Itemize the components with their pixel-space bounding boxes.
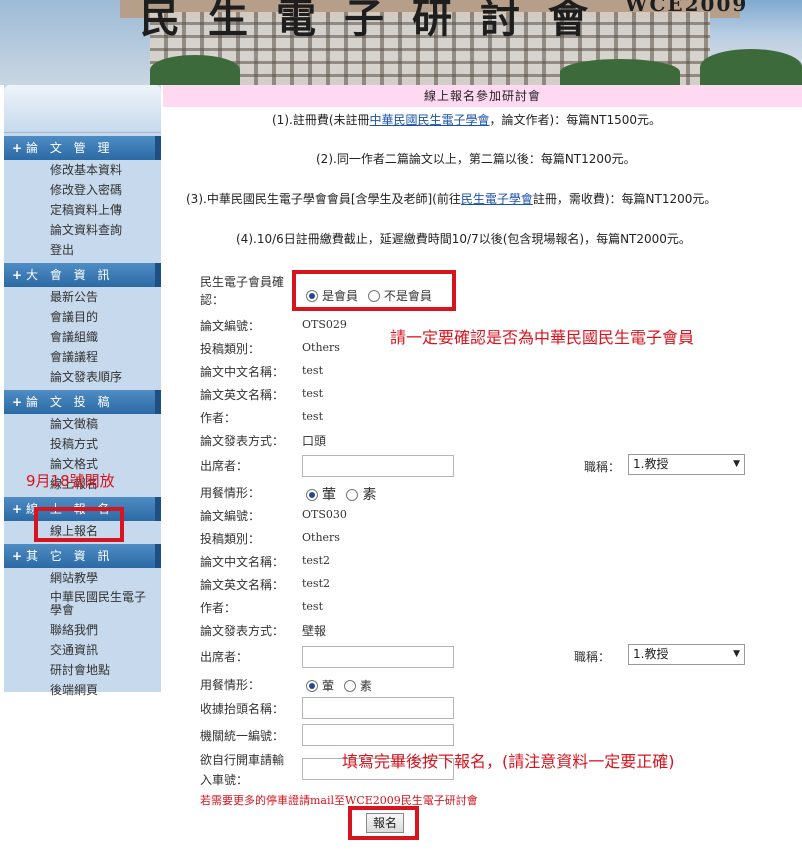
open-date-annotation: 9月18號開放	[26, 472, 115, 490]
chevron-down-icon: ▼	[733, 459, 740, 469]
paper1-id-label: 論文編號：	[200, 319, 261, 333]
plus-icon: +	[12, 502, 23, 516]
sidebar-item-site-tutorial[interactable]: 網站教學	[4, 568, 161, 588]
parking-note: 若需要更多的停車證請mail至WCE2009民生電子研討會	[200, 794, 478, 807]
paper1-meal-group: 葷 素	[306, 484, 376, 504]
receipt-label: 收據抬頭名稱：	[200, 702, 285, 716]
paper1-rank-label: 職稱：	[584, 460, 621, 474]
sidebar-item-call-for-papers[interactable]: 論文徵稿	[4, 414, 161, 434]
sidebar: + 論 文 管 理 修改基本資料 修改登入密碼 定稿資料上傳 論文資料查詢 登出 …	[4, 85, 161, 697]
sidebar-item-edit-profile[interactable]: 修改基本資料	[4, 160, 161, 180]
highlight-box-member	[292, 270, 456, 311]
radio-meal-meat[interactable]	[306, 489, 318, 501]
sidebar-item-logout[interactable]: 登出	[4, 240, 161, 260]
sidebar-item-presentation-order[interactable]: 論文發表順序	[4, 367, 161, 387]
page-title: 線上報名參加研討會	[163, 85, 802, 107]
paper2-meal-label: 用餐情形：	[200, 678, 261, 692]
paper2-present-label: 論文發表方式：	[200, 624, 285, 638]
paper2-category: Others	[302, 531, 340, 544]
paper2-author: test	[302, 600, 323, 613]
paper2-category-label: 投稿類別：	[200, 532, 261, 546]
sidebar-section-header[interactable]: + 論 文 投 稿	[4, 390, 161, 414]
sidebar-item-venue[interactable]: 研討會地點	[4, 660, 161, 680]
header-banner: 民生電子研討會 WCE2009	[0, 0, 802, 85]
paper1-category-label: 投稿類別：	[200, 342, 261, 356]
paper1-title-zh: test	[302, 364, 323, 377]
sidebar-section-other: + 其 它 資 訊 網站教學 中華民國民生電子學會 聯絡我們 交通資訊 研討會地點…	[4, 544, 161, 700]
paper1-attendee-label: 出席者：	[200, 459, 249, 473]
sidebar-section-header[interactable]: + 大 會 資 訊	[4, 263, 161, 287]
paper1-present: 口頭	[302, 434, 327, 448]
fee-note-3: (3).中華民國民生電子學會會員[含學生及老師](前往民生電子學會註冊，需收費)…	[186, 192, 717, 206]
sidebar-item-backend[interactable]: 後端網頁	[4, 680, 161, 700]
highlight-box-submit	[348, 806, 419, 840]
org-id-label: 機關統一編號：	[200, 729, 285, 743]
sidebar-item-agenda[interactable]: 會議議程	[4, 347, 161, 367]
sidebar-item-organization[interactable]: 會議組織	[4, 327, 161, 347]
fee-note-2: (2).同一作者二篇論文以上，第二篇以後：每篇NT1200元。	[316, 152, 636, 166]
plus-icon: +	[12, 141, 23, 155]
sidebar-top	[4, 85, 161, 133]
org-id-input[interactable]	[302, 724, 454, 746]
paper2-id-label: 論文編號：	[200, 509, 261, 523]
society-link[interactable]: 中華民國民生電子學會	[370, 113, 490, 127]
radio-meal-meat[interactable]	[306, 680, 318, 692]
paper2-title-zh: test2	[302, 554, 330, 567]
society-register-link[interactable]: 民生電子學會	[461, 192, 533, 206]
paper1-title-en: test	[302, 387, 323, 400]
sidebar-section-conference-info: + 大 會 資 訊 最新公告 會議目的 會議組織 會議議程 論文發表順序	[4, 263, 161, 387]
car-label: 欲自行開車請輸 入車號：	[200, 753, 285, 787]
member-annotation: 請一定要確認是否為中華民國民生電子會員	[390, 328, 695, 347]
paper1-title-en-label: 論文英文名稱：	[200, 388, 285, 402]
sidebar-item-contact[interactable]: 聯絡我們	[4, 620, 161, 640]
member-label: 民生電子會員確 認：	[200, 275, 285, 307]
highlight-box-online-register	[34, 507, 124, 542]
fee-note-4: (4).10/6日註冊繳費截止，延遲繳費時間10/7以後(包含現場報名)，每篇N…	[236, 232, 691, 246]
paper2-author-label: 作者：	[200, 601, 237, 615]
paper2-title-zh-label: 論文中文名稱：	[200, 555, 285, 569]
paper2-present: 壁報	[302, 624, 327, 638]
paper2-title-en-label: 論文英文名稱：	[200, 578, 285, 592]
sidebar-section-header[interactable]: + 論 文 管 理	[4, 136, 161, 160]
receipt-input[interactable]	[302, 697, 454, 719]
paper2-attendee-label: 出席者：	[200, 650, 249, 664]
paper1-title-zh-label: 論文中文名稱：	[200, 365, 285, 379]
paper1-rank-select[interactable]: 1.教授 ▼	[628, 454, 745, 475]
plus-icon: +	[12, 395, 23, 409]
sidebar-item-change-password[interactable]: 修改登入密碼	[4, 180, 161, 200]
paper1-author-label: 作者：	[200, 411, 237, 425]
sidebar-item-upload-final[interactable]: 定稿資料上傳	[4, 200, 161, 220]
sidebar-item-paper-query[interactable]: 論文資料查詢	[4, 220, 161, 240]
banner-title: 民生電子研討會	[140, 0, 616, 42]
paper1-attendee-input[interactable]	[302, 455, 454, 477]
page: 民生電子研討會 WCE2009 + 論 文 管 理 修改基本資料 修改登入密碼 定…	[0, 0, 802, 858]
sidebar-item-submission-method[interactable]: 投稿方式	[4, 434, 161, 454]
paper1-author: test	[302, 410, 323, 423]
paper2-rank-label: 職稱：	[574, 650, 611, 664]
paper1-category: Others	[302, 341, 340, 354]
radio-meal-veg[interactable]	[343, 680, 356, 692]
main-content: 線上報名參加研討會	[163, 85, 802, 107]
plus-icon: +	[12, 549, 23, 563]
paper2-rank-select[interactable]: 1.教授 ▼	[628, 644, 745, 665]
sidebar-item-traffic[interactable]: 交通資訊	[4, 640, 161, 660]
paper2-attendee-input[interactable]	[302, 646, 454, 668]
paper1-meal-label: 用餐情形：	[200, 486, 261, 500]
paper2-title-en: test2	[302, 577, 330, 590]
sidebar-item-purpose[interactable]: 會議目的	[4, 307, 161, 327]
chevron-down-icon: ▼	[733, 649, 740, 659]
paper2-id: OTS030	[302, 508, 347, 521]
fee-note-1: (1).註冊費(未註冊中華民國民生電子學會，論文作者)：每篇NT1500元。	[272, 113, 662, 127]
paper1-id: OTS029	[302, 318, 347, 331]
sidebar-section-paper-manage: + 論 文 管 理 修改基本資料 修改登入密碼 定稿資料上傳 論文資料查詢 登出	[4, 136, 161, 260]
radio-meal-veg[interactable]	[346, 489, 359, 501]
banner-wce: WCE2009	[625, 0, 749, 16]
paper1-present-label: 論文發表方式：	[200, 434, 285, 448]
sidebar-section-header[interactable]: + 其 它 資 訊	[4, 544, 161, 568]
paper2-meal-group: 葷 素	[306, 677, 372, 694]
plus-icon: +	[12, 268, 23, 282]
sidebar-item-news[interactable]: 最新公告	[4, 287, 161, 307]
submit-annotation: 填寫完畢後按下報名，(請注意資料一定要正確)	[342, 752, 675, 771]
sidebar-item-society[interactable]: 中華民國民生電子學會	[4, 588, 161, 620]
